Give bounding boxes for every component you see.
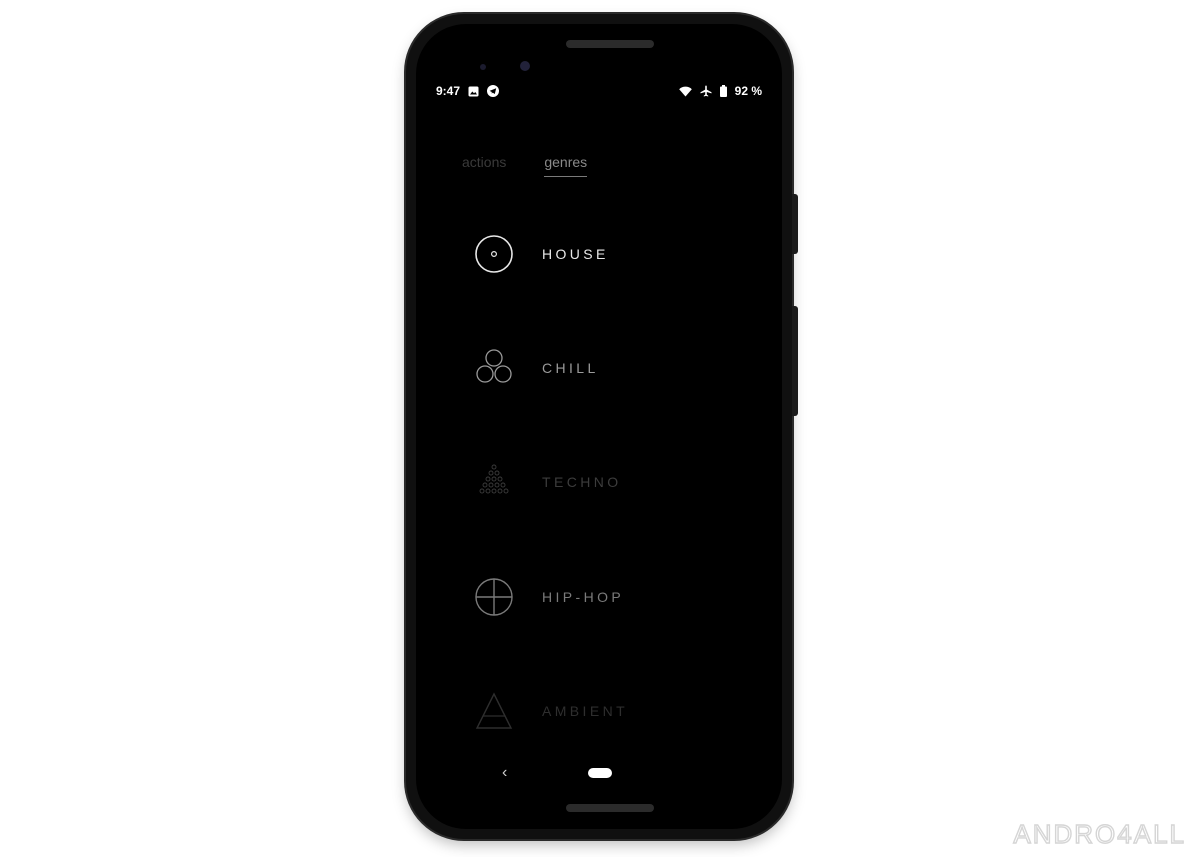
genre-label-chill: CHILL <box>542 360 599 376</box>
watermark-text: ANDRO4ALL <box>1013 819 1186 847</box>
genre-item-hip-hop[interactable]: HIP-HOP <box>472 575 624 619</box>
front-sensor <box>480 64 486 70</box>
airplane-icon <box>700 85 712 97</box>
crosshair-circle-icon <box>472 575 516 619</box>
dot-triangle-icon <box>472 460 516 504</box>
home-pill-button[interactable] <box>588 768 612 778</box>
volume-button <box>792 306 798 416</box>
phone-screen: 9:47 92 % actions genres HOUSE CHILL TEC… <box>416 24 782 829</box>
power-button <box>792 194 798 254</box>
genre-label-techno: TECHNO <box>542 474 622 490</box>
genre-item-house[interactable]: HOUSE <box>472 232 609 276</box>
status-right: 92 % <box>678 84 762 98</box>
battery-percentage: 92 % <box>734 84 762 98</box>
status-bar: 9:47 92 % <box>436 84 762 102</box>
phone-frame: 9:47 92 % actions genres HOUSE CHILL TEC… <box>406 14 798 839</box>
status-left: 9:47 <box>436 84 500 98</box>
triangle-icon <box>472 689 516 733</box>
genre-item-ambient[interactable]: AMBIENT <box>472 689 628 733</box>
tab-bar: actions genres <box>462 154 588 177</box>
circle-dot-icon <box>472 232 516 276</box>
screenshot-stage: 9:47 92 % actions genres HOUSE CHILL TEC… <box>0 0 1200 857</box>
top-speaker <box>566 40 654 48</box>
navigation-bar: ‹ <box>416 764 782 784</box>
three-circles-icon <box>472 346 516 390</box>
battery-icon <box>719 85 727 97</box>
image-icon <box>468 86 479 97</box>
genre-label-house: HOUSE <box>542 246 609 262</box>
wifi-icon <box>678 86 692 97</box>
tab-actions[interactable]: actions <box>462 154 506 177</box>
back-icon[interactable]: ‹ <box>502 764 507 782</box>
andro4all-logo: ANDRO4ALL <box>980 818 1188 849</box>
front-camera <box>520 61 530 71</box>
tab-genres[interactable]: genres <box>544 154 588 177</box>
bottom-speaker <box>566 804 654 812</box>
status-time: 9:47 <box>436 84 461 98</box>
genre-label-ambient: AMBIENT <box>542 703 629 719</box>
genre-item-chill[interactable]: CHILL <box>472 346 599 390</box>
genre-label-hip-hop: HIP-HOP <box>542 589 625 605</box>
genre-item-techno[interactable]: TECHNO <box>472 460 622 504</box>
telegram-icon <box>487 85 500 97</box>
